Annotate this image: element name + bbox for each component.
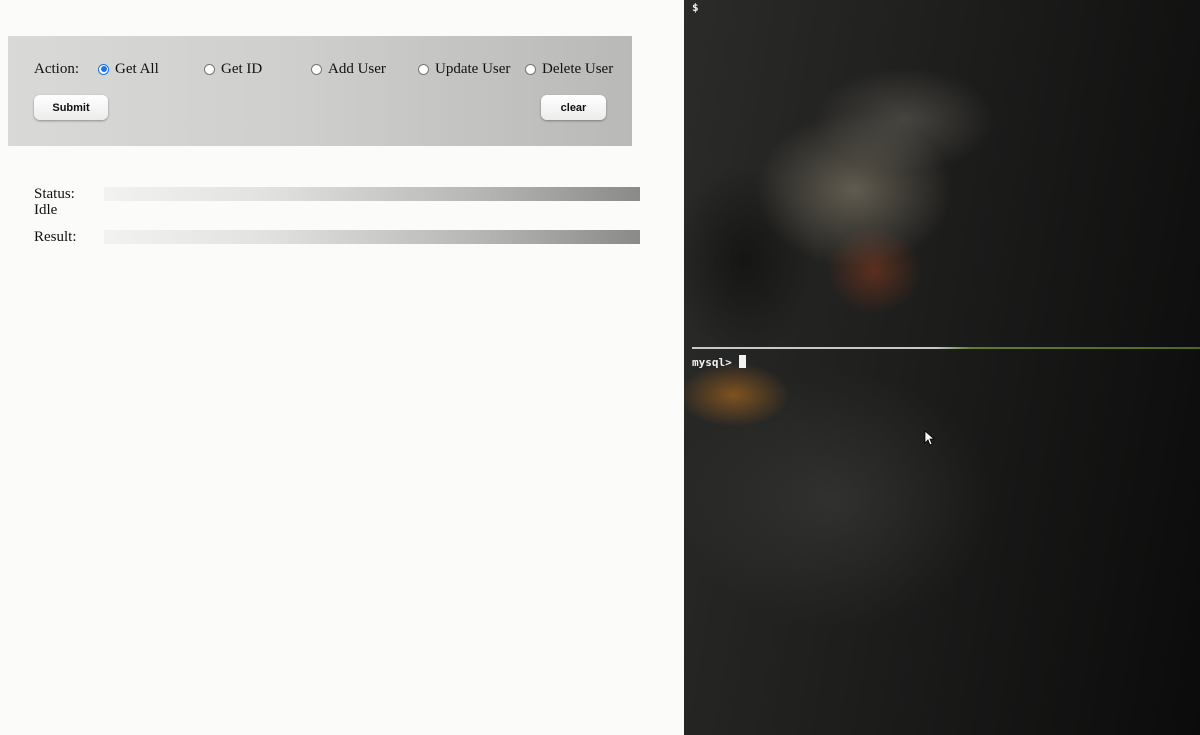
status-value: Idle (34, 202, 58, 218)
result-row: Result: (34, 229, 640, 245)
radio-label-get-all: Get All (115, 61, 159, 77)
terminal-window[interactable]: $ mysql> (684, 0, 1200, 735)
text-cursor (739, 355, 747, 368)
radio-label-update-user: Update User (435, 61, 511, 77)
result-bar (104, 230, 640, 244)
radio-option-get-all[interactable]: Get All (98, 60, 159, 78)
radio-label-delete-user: Delete User (542, 61, 614, 77)
radio-option-add-user[interactable]: Add User (311, 60, 386, 78)
radio-update-user[interactable] (418, 63, 429, 75)
radio-label-add-user: Add User (328, 61, 386, 77)
radio-label-get-id: Get ID (221, 61, 263, 77)
status-row: Status: Idle (34, 186, 640, 218)
mouse-pointer-icon (924, 430, 934, 446)
radio-option-delete-user[interactable]: Delete User (525, 60, 613, 78)
terminal-pane-shell[interactable]: $ (684, 0, 1200, 348)
clear-button[interactable]: clear (541, 95, 606, 120)
terminal-pane-mysql[interactable]: mysql> (684, 349, 1200, 735)
shell-prompt: $ (692, 1, 699, 14)
submit-button[interactable]: Submit (34, 95, 108, 120)
radio-option-update-user[interactable]: Update User (418, 60, 510, 78)
status-bar (104, 187, 640, 201)
status-label: Status: (34, 186, 75, 202)
mysql-prompt: mysql> (692, 356, 732, 369)
mysql-prompt-line: mysql> (692, 355, 747, 370)
action-form-panel: Action: Get All Get ID Add User Update U… (8, 36, 632, 146)
radio-get-id[interactable] (204, 63, 215, 75)
radio-option-get-id[interactable]: Get ID (204, 60, 262, 78)
radio-get-all[interactable] (98, 63, 109, 75)
web-page: Action: Get All Get ID Add User Update U… (0, 0, 684, 735)
radio-delete-user[interactable] (525, 63, 536, 75)
result-label: Result: (34, 229, 77, 245)
radio-add-user[interactable] (311, 63, 322, 75)
action-label: Action: (34, 61, 79, 77)
